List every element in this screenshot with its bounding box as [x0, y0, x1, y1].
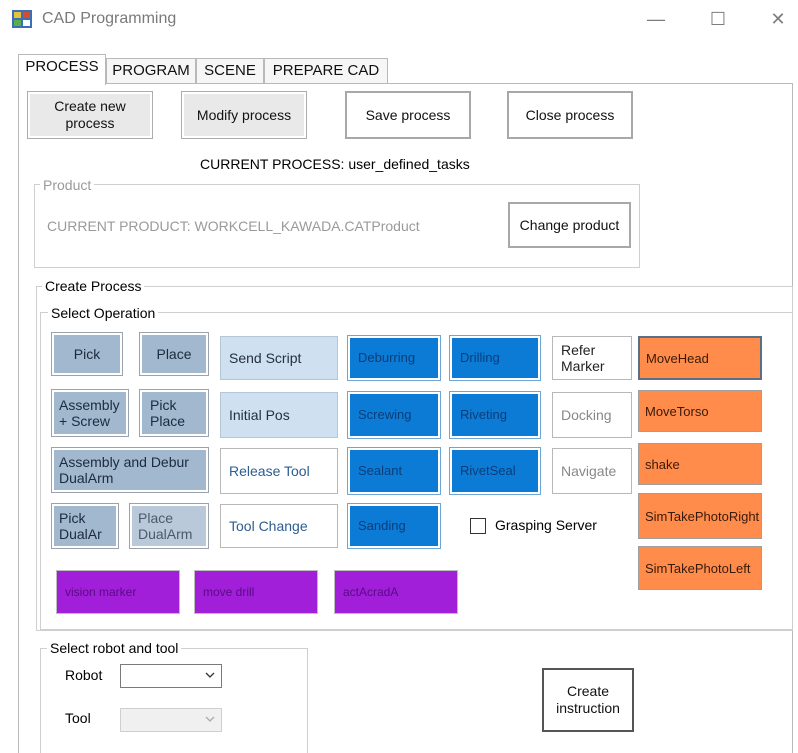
op-refer-marker-button[interactable]: Refer Marker: [552, 336, 632, 380]
op-release-tool-button[interactable]: Release Tool: [220, 448, 338, 494]
op-drilling-button[interactable]: Drilling: [450, 336, 540, 380]
op-movetorso-button[interactable]: MoveTorso: [638, 390, 762, 432]
op-assembly-screw-button[interactable]: Assembly + Screw: [52, 390, 128, 436]
op-place-dualarm-button[interactable]: Place DualArm: [130, 504, 208, 548]
current-product-label: CURRENT PRODUCT: WORKCELL_KAWADA.CATProd…: [47, 218, 420, 234]
op-initial-pos-button[interactable]: Initial Pos: [220, 392, 338, 438]
op-send-script-button[interactable]: Send Script: [220, 336, 338, 380]
robot-tool-title: Select robot and tool: [47, 640, 182, 656]
select-operation-title: Select Operation: [48, 305, 159, 321]
op-assembly-debur-dualarm-button[interactable]: Assembly and Debur DualArm: [52, 448, 208, 492]
grasping-server-checkbox[interactable]: [470, 518, 486, 534]
op-simtakephotoright-button[interactable]: SimTakePhotoRight: [638, 493, 762, 539]
op-pick-place-button[interactable]: Pick Place: [140, 390, 208, 436]
op-sealant-button[interactable]: Sealant: [348, 448, 440, 494]
op-place-button[interactable]: Place: [140, 333, 208, 375]
window-title: CAD Programming: [42, 10, 177, 27]
tab-process[interactable]: PROCESS: [18, 54, 106, 85]
close-window-button[interactable]: ✕: [756, 4, 798, 34]
op-shake-button[interactable]: shake: [638, 443, 762, 485]
tool-label: Tool: [65, 710, 91, 726]
tab-scene[interactable]: SCENE: [196, 58, 264, 84]
tool-select[interactable]: [120, 708, 222, 732]
product-group-title: Product: [40, 177, 95, 193]
maximize-button[interactable]: ☐: [696, 4, 740, 34]
change-product-button[interactable]: Change product: [508, 202, 631, 248]
create-process-title: Create Process: [42, 278, 145, 294]
op-docking-button[interactable]: Docking: [552, 392, 632, 438]
op-deburring-button[interactable]: Deburring: [348, 336, 440, 380]
save-process-button[interactable]: Save process: [345, 91, 471, 139]
op-vision-marker-button[interactable]: vision marker: [56, 570, 180, 614]
op-tool-change-button[interactable]: Tool Change: [220, 504, 338, 548]
op-sanding-button[interactable]: Sanding: [348, 504, 440, 548]
create-instruction-button[interactable]: Create instruction: [542, 668, 634, 732]
modify-process-button[interactable]: Modify process: [181, 91, 307, 139]
minimize-button[interactable]: —: [634, 4, 678, 34]
create-new-process-button[interactable]: Create new process: [27, 91, 153, 139]
op-movehead-button[interactable]: MoveHead: [638, 336, 762, 380]
robot-label: Robot: [65, 667, 103, 683]
op-screwing-button[interactable]: Screwing: [348, 392, 440, 438]
op-pick-dualarm-button[interactable]: Pick DualAr: [52, 504, 118, 548]
close-process-button[interactable]: Close process: [507, 91, 633, 139]
cad-app-icon: [12, 10, 32, 28]
op-rivetseal-button[interactable]: RivetSeal: [450, 448, 540, 494]
op-simtakephotoleft-button[interactable]: SimTakePhotoLeft: [638, 546, 762, 590]
chevron-down-icon: [205, 672, 215, 678]
op-navigate-button[interactable]: Navigate: [552, 448, 632, 494]
tab-program[interactable]: PROGRAM: [106, 58, 196, 84]
robot-select[interactable]: [120, 664, 222, 688]
op-riveting-button[interactable]: Riveting: [450, 392, 540, 438]
title-bar: CAD Programming — ☐ ✕: [0, 0, 798, 40]
current-process-label: CURRENT PROCESS: user_defined_tasks: [200, 156, 470, 172]
op-pick-button[interactable]: Pick: [52, 333, 122, 375]
chevron-down-icon: [205, 716, 215, 722]
tab-prepare-cad[interactable]: PREPARE CAD: [264, 58, 388, 84]
grasping-server-label: Grasping Server: [495, 517, 597, 533]
op-actacrada-button[interactable]: actAcradA: [334, 570, 458, 614]
op-move-drill-button[interactable]: move drill: [194, 570, 318, 614]
